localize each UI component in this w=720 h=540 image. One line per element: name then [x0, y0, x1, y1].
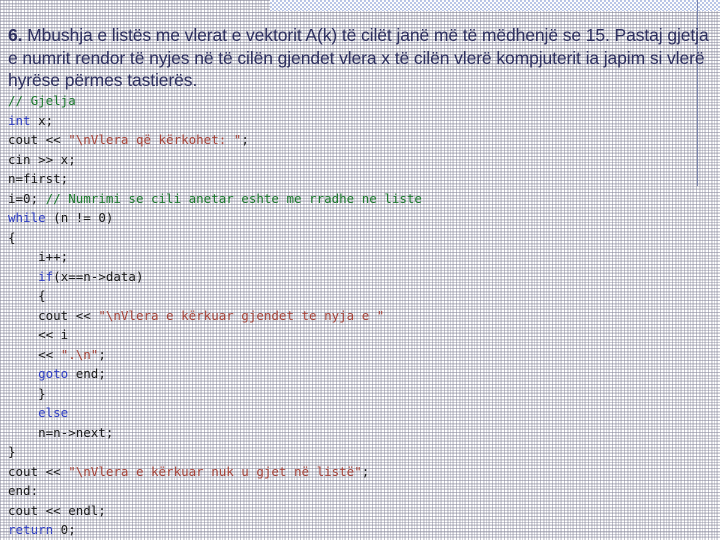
- code-line: << ".\n";: [0, 345, 720, 365]
- code-line: i++;: [0, 247, 720, 267]
- code-token: <<: [8, 346, 61, 362]
- code-line: }: [0, 384, 720, 404]
- slide-heading: 6. Mbushja e listës me vlerat e vektorit…: [8, 24, 720, 92]
- code-line: end:: [0, 481, 720, 501]
- code-token: "\nVlera e kërkuar nuk u gjet në listë": [68, 463, 362, 479]
- code-line: while (n != 0): [0, 208, 720, 228]
- code-token: "\nVlera që kërkohet: ": [68, 132, 242, 147]
- code-token: int: [8, 112, 31, 128]
- code-token: x;: [30, 112, 54, 128]
- code-line: n=n->next;: [0, 423, 720, 443]
- code-token: end:: [8, 483, 39, 498]
- top-accent-band: [270, 0, 720, 11]
- code-token: else: [38, 405, 69, 420]
- code-line: {: [0, 228, 720, 248]
- code-token: end;: [68, 366, 106, 381]
- code-listing: // Gjelja int x; cout << "\nVlera që kërko…: [0, 91, 720, 537]
- code-line: if(x==n->data): [0, 267, 720, 287]
- code-line: cout << "\nVlera e kërkuar nuk u gjet në…: [0, 462, 720, 482]
- code-token: ;: [241, 132, 249, 147]
- code-line: }: [0, 442, 720, 462]
- code-token: }: [8, 444, 16, 459]
- code-token: (n != 0): [45, 210, 114, 225]
- code-token: // Numrimi se cili anetar eshte me rradh…: [45, 190, 422, 206]
- code-token: cin >> x;: [8, 151, 76, 167]
- code-token: cout <<: [8, 307, 99, 323]
- code-token: n=n->next;: [8, 424, 114, 440]
- code-token: ".\n": [60, 346, 99, 362]
- code-token: cout <<: [8, 463, 69, 479]
- code-token: // Gjelja: [8, 93, 76, 108]
- code-line: {: [0, 286, 720, 306]
- code-token: if: [38, 268, 54, 284]
- code-token: while: [8, 210, 46, 225]
- heading-text: Mbushja e listës me vlerat e vektorit A(…: [8, 25, 714, 90]
- code-token: ;: [361, 463, 370, 479]
- slide-canvas: 6. Mbushja e listës me vlerat e vektorit…: [0, 0, 720, 540]
- code-line: cout << endl;: [0, 501, 720, 521]
- code-token: {: [8, 288, 46, 303]
- code-token: i=0;: [8, 190, 46, 206]
- code-line: cin >> x;: [0, 150, 720, 170]
- code-token: 0;: [53, 522, 76, 537]
- code-token: goto: [38, 366, 69, 381]
- code-line: n=first;: [0, 169, 720, 189]
- code-token: << i: [8, 327, 69, 342]
- code-token: {: [8, 229, 16, 245]
- code-line: goto end;: [0, 364, 720, 384]
- code-line: int x;: [0, 111, 720, 131]
- code-token: i++;: [8, 249, 69, 264]
- code-token: (x==n->data): [53, 268, 144, 284]
- code-token: "\nVlera e kërkuar gjendet te nyja e ": [98, 307, 385, 323]
- code-line: cout << "\nVlera e kërkuar gjendet te ny…: [0, 306, 720, 326]
- code-bottom-divider: [0, 531, 720, 532]
- code-token: cout << endl;: [8, 502, 106, 518]
- code-line: << i: [0, 325, 720, 345]
- code-token: return: [8, 522, 54, 537]
- code-token: n=first;: [8, 171, 69, 186]
- code-line: i=0; // Numrimi se cili anetar eshte me …: [0, 189, 720, 209]
- code-line: return 0;: [0, 520, 720, 540]
- code-line: else: [0, 403, 720, 423]
- code-token: cout <<: [8, 132, 69, 147]
- code-token: ;: [98, 346, 106, 362]
- code-line: cout << "\nVlera që kërkohet: ";: [0, 130, 720, 150]
- code-token: }: [8, 385, 46, 401]
- code-line: // Gjelja: [0, 91, 720, 111]
- heading-number: 6.: [8, 25, 23, 45]
